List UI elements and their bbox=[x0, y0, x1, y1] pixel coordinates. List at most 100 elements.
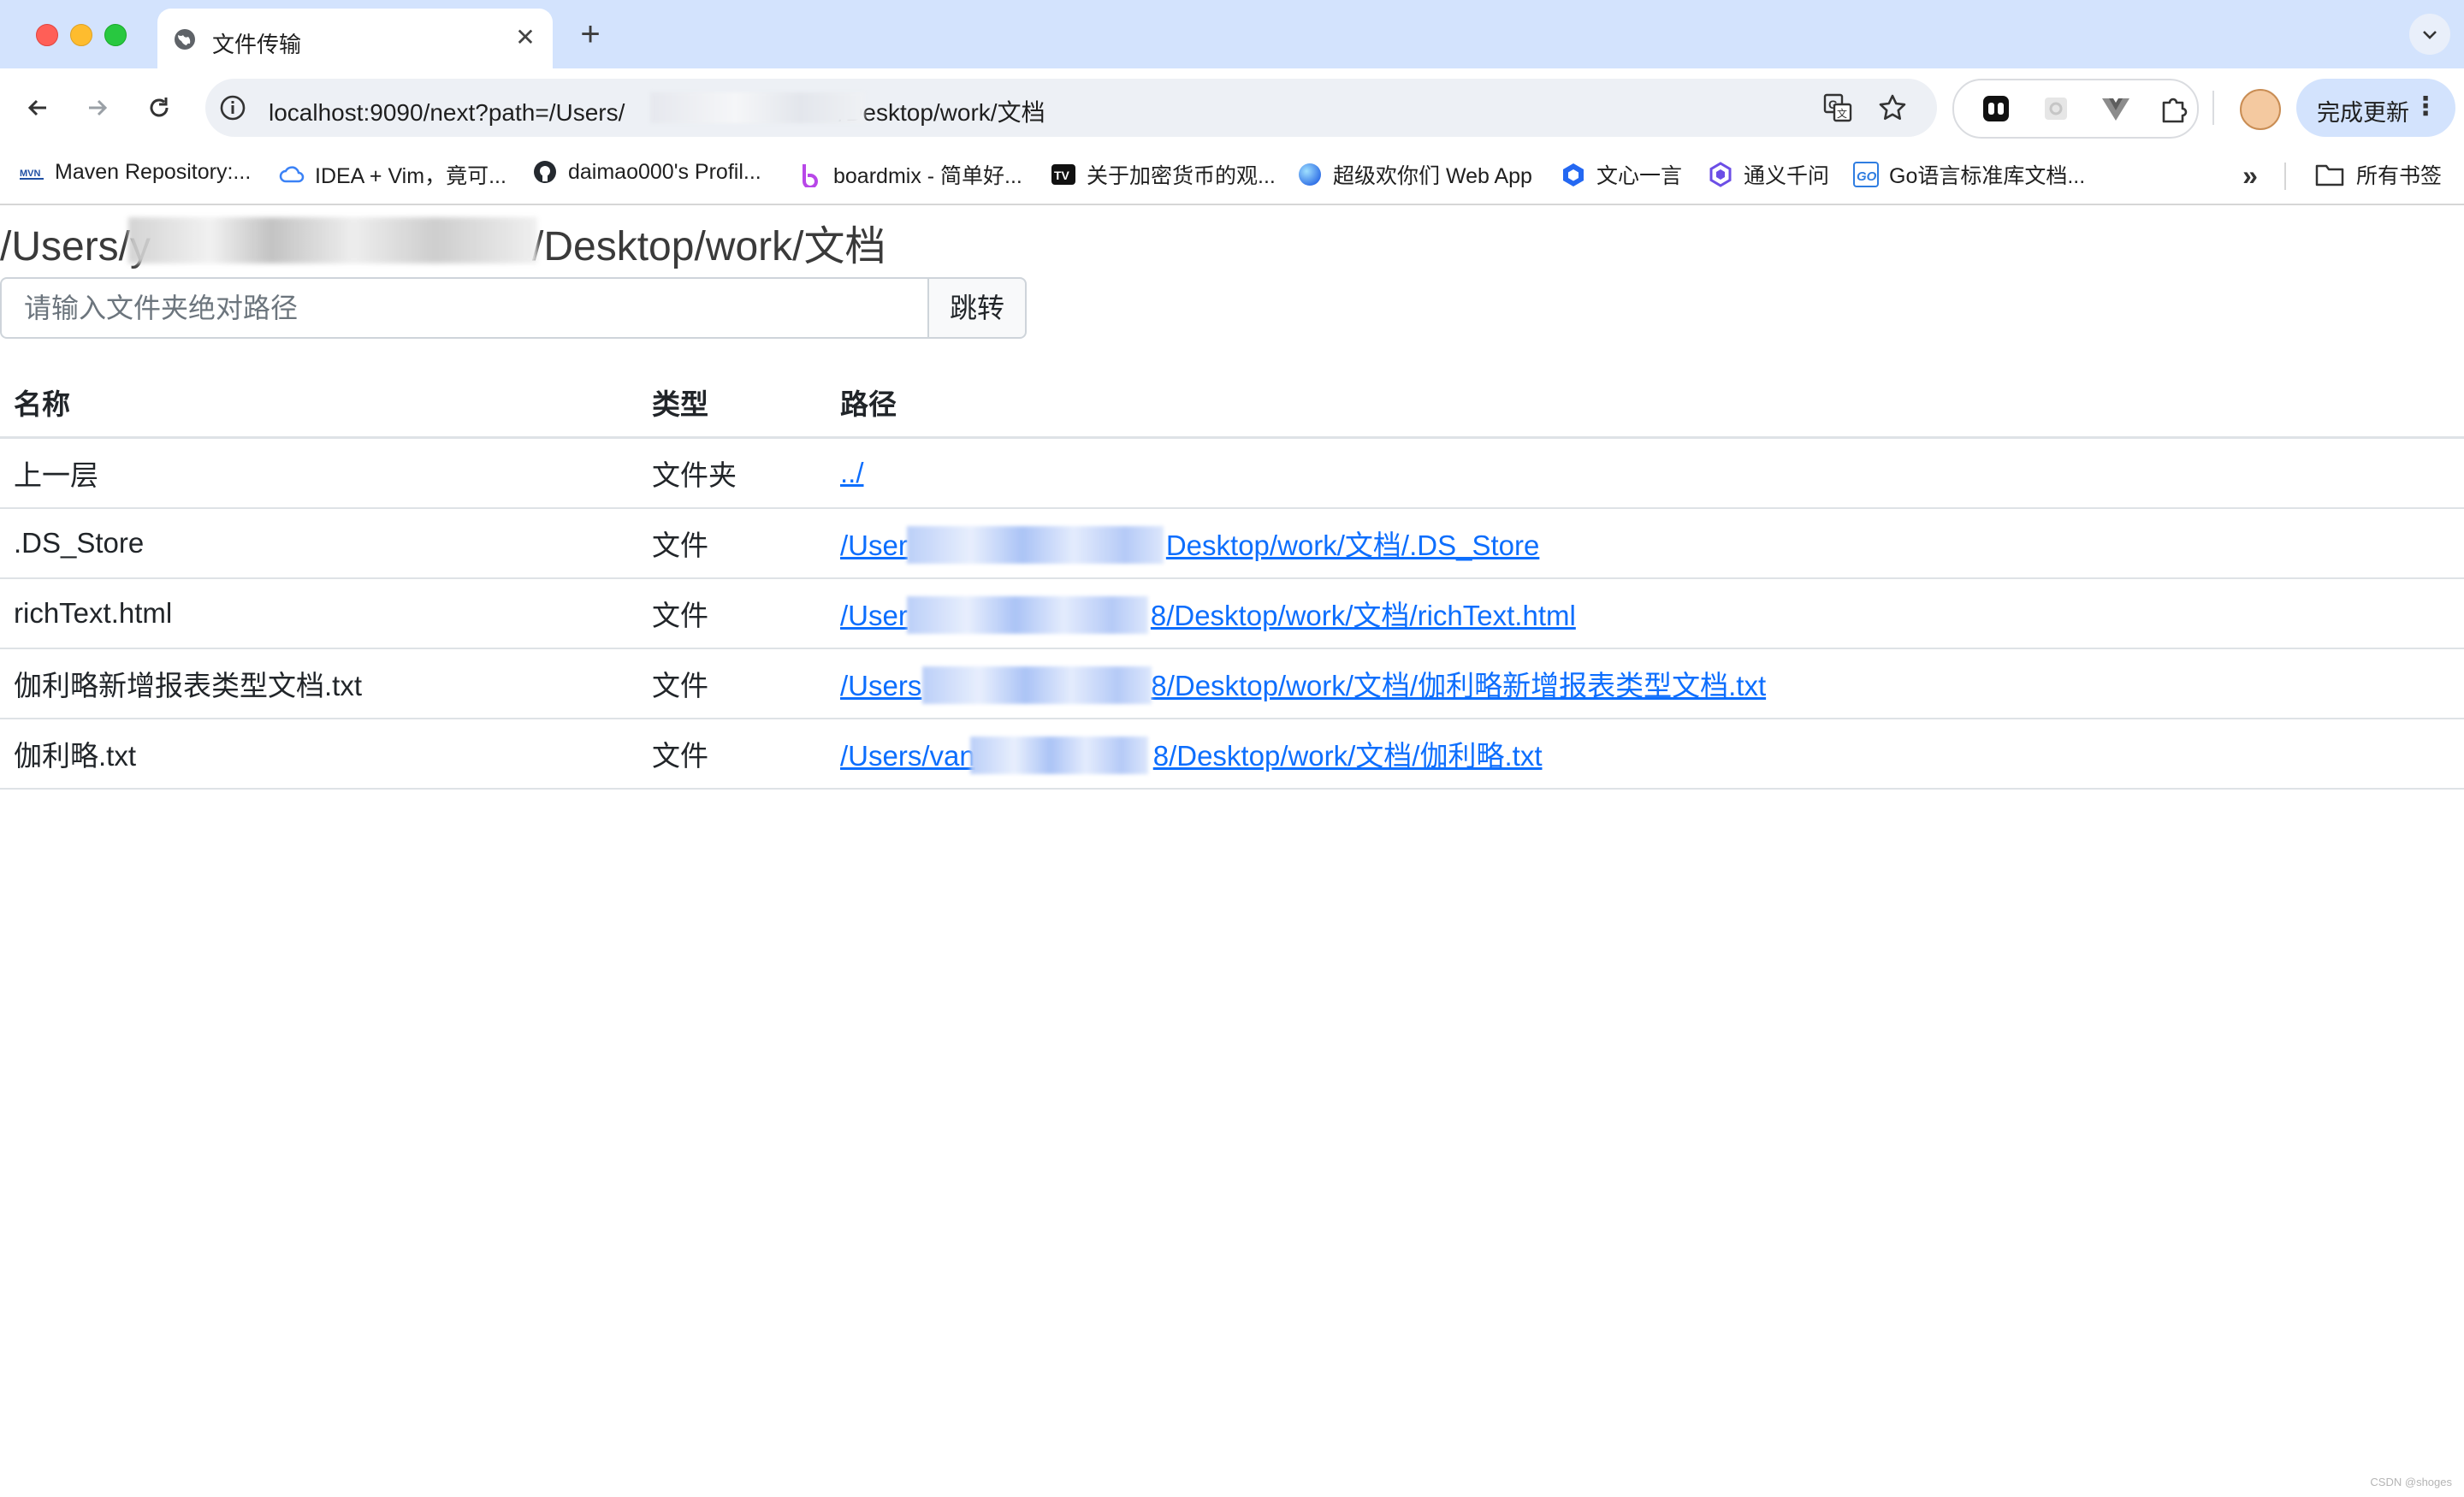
address-bar[interactable]: localhost:9090/next?path=/Users//Desktop… bbox=[205, 79, 1937, 137]
arrow-left-icon bbox=[27, 99, 46, 116]
watermark: CSDN @shoges bbox=[2370, 1476, 2452, 1488]
cloud-icon bbox=[279, 162, 305, 187]
reload-button[interactable] bbox=[139, 87, 180, 128]
folder-icon bbox=[2315, 162, 2344, 187]
svg-text:MVN: MVN bbox=[20, 169, 41, 179]
cell-path: /Users/van 8/Desktop/work/文档/伽利略.txt bbox=[826, 719, 2464, 790]
path-link[interactable]: ../ bbox=[840, 457, 864, 488]
cell-path: /Users 8/Desktop/work/文档/伽利略新增报表类型文档.txt bbox=[826, 648, 2464, 719]
update-button[interactable]: 完成更新 ⋮ bbox=[2296, 79, 2455, 137]
bookmark-item[interactable]: daimao000's Profil... bbox=[532, 159, 761, 192]
translate-icon[interactable]: G文 bbox=[1822, 92, 1853, 123]
update-button-label: 完成更新 bbox=[2317, 100, 2409, 126]
file-table: 名称 类型 路径 上一层 文件夹 ../ .DS_Store 文件 /User D… bbox=[0, 368, 2464, 790]
cell-name: 伽利略新增报表类型文档.txt bbox=[0, 648, 638, 719]
cell-name: 伽利略.txt bbox=[0, 719, 638, 790]
cell-type: 文件 bbox=[638, 508, 826, 579]
column-header-type: 类型 bbox=[638, 368, 826, 439]
double-chevron-right-icon[interactable]: » bbox=[2233, 161, 2267, 192]
redaction-blur bbox=[650, 92, 864, 123]
chevron-down-icon bbox=[2423, 31, 2437, 39]
cube-icon bbox=[1561, 162, 1586, 187]
svg-text:GO: GO bbox=[1857, 169, 1877, 184]
table-row: richText.html 文件 /User 8/Desktop/work/文档/… bbox=[0, 578, 2464, 649]
window-minimize-button[interactable] bbox=[70, 24, 92, 46]
more-vert-icon: ⋮ bbox=[2413, 92, 2438, 121]
jump-button[interactable]: 跳转 bbox=[927, 277, 1027, 339]
puzzle-icon[interactable] bbox=[2158, 92, 2190, 125]
forward-button[interactable] bbox=[77, 87, 118, 128]
table-header-row: 名称 类型 路径 bbox=[0, 368, 2464, 439]
cell-type: 文件 bbox=[638, 648, 826, 719]
bookmark-item[interactable]: 通义千问 bbox=[1708, 159, 1829, 192]
extension-grid-icon[interactable] bbox=[2040, 92, 2072, 125]
boardmix-icon bbox=[797, 162, 823, 189]
browser-tab[interactable]: 文件传输 ✕ bbox=[157, 9, 553, 68]
cell-type: 文件夹 bbox=[638, 437, 826, 509]
redaction-blur bbox=[922, 666, 1152, 704]
redaction-blur bbox=[907, 596, 1148, 634]
column-header-name: 名称 bbox=[0, 368, 638, 439]
back-button[interactable] bbox=[17, 87, 58, 128]
arrow-right-icon bbox=[89, 99, 108, 116]
bookmark-item[interactable]: IDEA + Vim，竟可... bbox=[279, 159, 506, 192]
all-bookmarks-button[interactable]: 所有书签 bbox=[2315, 159, 2442, 192]
path-link[interactable]: /Users/van 8/Desktop/work/文档/伽利略.txt bbox=[840, 737, 1542, 774]
path-link[interactable]: /Users 8/Desktop/work/文档/伽利略新增报表类型文档.txt bbox=[840, 666, 1766, 704]
cell-path: /User Desktop/work/文档/.DS_Store bbox=[826, 508, 2464, 579]
path-link[interactable]: /User 8/Desktop/work/文档/richText.html bbox=[840, 596, 1576, 634]
redaction-blur bbox=[907, 526, 1164, 564]
star-icon[interactable] bbox=[1877, 92, 1908, 123]
tab-strip: 文件传输 ✕ + bbox=[0, 0, 2464, 68]
tv-icon: TV bbox=[1051, 162, 1076, 187]
extensions-group bbox=[1952, 79, 2199, 139]
go-icon: GO bbox=[1853, 162, 1879, 187]
table-row: .DS_Store 文件 /User Desktop/work/文档/.DS_St… bbox=[0, 508, 2464, 579]
window-close-button[interactable] bbox=[36, 24, 58, 46]
new-tab-button[interactable]: + bbox=[573, 17, 607, 51]
svg-text:TV: TV bbox=[1054, 169, 1070, 182]
page-content: /Users/y/Desktop/work/文档 跳转 名称 类型 路径 上一层… bbox=[0, 205, 2464, 1497]
toolbar-separator bbox=[2212, 91, 2214, 125]
svg-text:文: 文 bbox=[1837, 107, 1847, 120]
sphere-icon bbox=[1297, 162, 1323, 187]
globe-icon bbox=[173, 27, 197, 51]
avatar[interactable] bbox=[2240, 89, 2281, 130]
cell-name: richText.html bbox=[0, 578, 638, 649]
bookmark-item[interactable]: boardmix - 简单好... bbox=[797, 159, 1022, 192]
cell-name: 上一层 bbox=[0, 437, 638, 509]
redaction-blur bbox=[128, 217, 537, 263]
cell-type: 文件 bbox=[638, 719, 826, 790]
redaction-blur bbox=[970, 737, 1148, 774]
cell-path: ../ bbox=[826, 437, 2464, 509]
path-search-group: 跳转 bbox=[0, 277, 1027, 342]
extension-dark-icon[interactable] bbox=[1980, 92, 2012, 125]
bookmark-item[interactable]: MVN Maven Repository:... bbox=[19, 159, 251, 192]
cell-type: 文件 bbox=[638, 578, 826, 649]
cell-name: .DS_Store bbox=[0, 508, 638, 579]
path-link[interactable]: /User Desktop/work/文档/.DS_Store bbox=[840, 526, 1539, 564]
table-row: 伽利略新增报表类型文档.txt 文件 /Users 8/Desktop/work/… bbox=[0, 648, 2464, 719]
tongyi-icon bbox=[1708, 162, 1733, 187]
bookmark-item[interactable]: 文心一言 bbox=[1561, 159, 1682, 192]
extension-vue-icon[interactable] bbox=[2100, 92, 2132, 125]
reload-icon bbox=[150, 98, 169, 117]
bookmarks-separator bbox=[2284, 163, 2286, 190]
column-header-path: 路径 bbox=[826, 368, 2464, 439]
cell-path: /User 8/Desktop/work/文档/richText.html bbox=[826, 578, 2464, 649]
bookmark-item[interactable]: 超级欢你们 Web App bbox=[1297, 159, 1532, 192]
tab-title: 文件传输 bbox=[212, 32, 302, 57]
browser-toolbar: localhost:9090/next?path=/Users//Desktop… bbox=[0, 68, 2464, 147]
window-zoom-button[interactable] bbox=[104, 24, 127, 46]
maven-icon: MVN bbox=[19, 159, 44, 185]
github-icon bbox=[532, 159, 558, 185]
table-row: 上一层 文件夹 ../ bbox=[0, 437, 2464, 509]
path-input[interactable] bbox=[0, 277, 927, 339]
close-icon[interactable]: ✕ bbox=[512, 24, 539, 51]
info-icon[interactable] bbox=[217, 92, 248, 123]
table-row: 伽利略.txt 文件 /Users/van 8/Desktop/work/文档/伽… bbox=[0, 719, 2464, 790]
bookmark-item[interactable]: TV 关于加密货币的观... bbox=[1051, 159, 1276, 192]
bookmarks-bar: MVN Maven Repository:... IDEA + Vim，竟可...… bbox=[0, 147, 2464, 205]
tab-search-button[interactable] bbox=[2409, 14, 2450, 55]
bookmark-item[interactable]: GO Go语言标准库文档... bbox=[1853, 159, 2085, 192]
